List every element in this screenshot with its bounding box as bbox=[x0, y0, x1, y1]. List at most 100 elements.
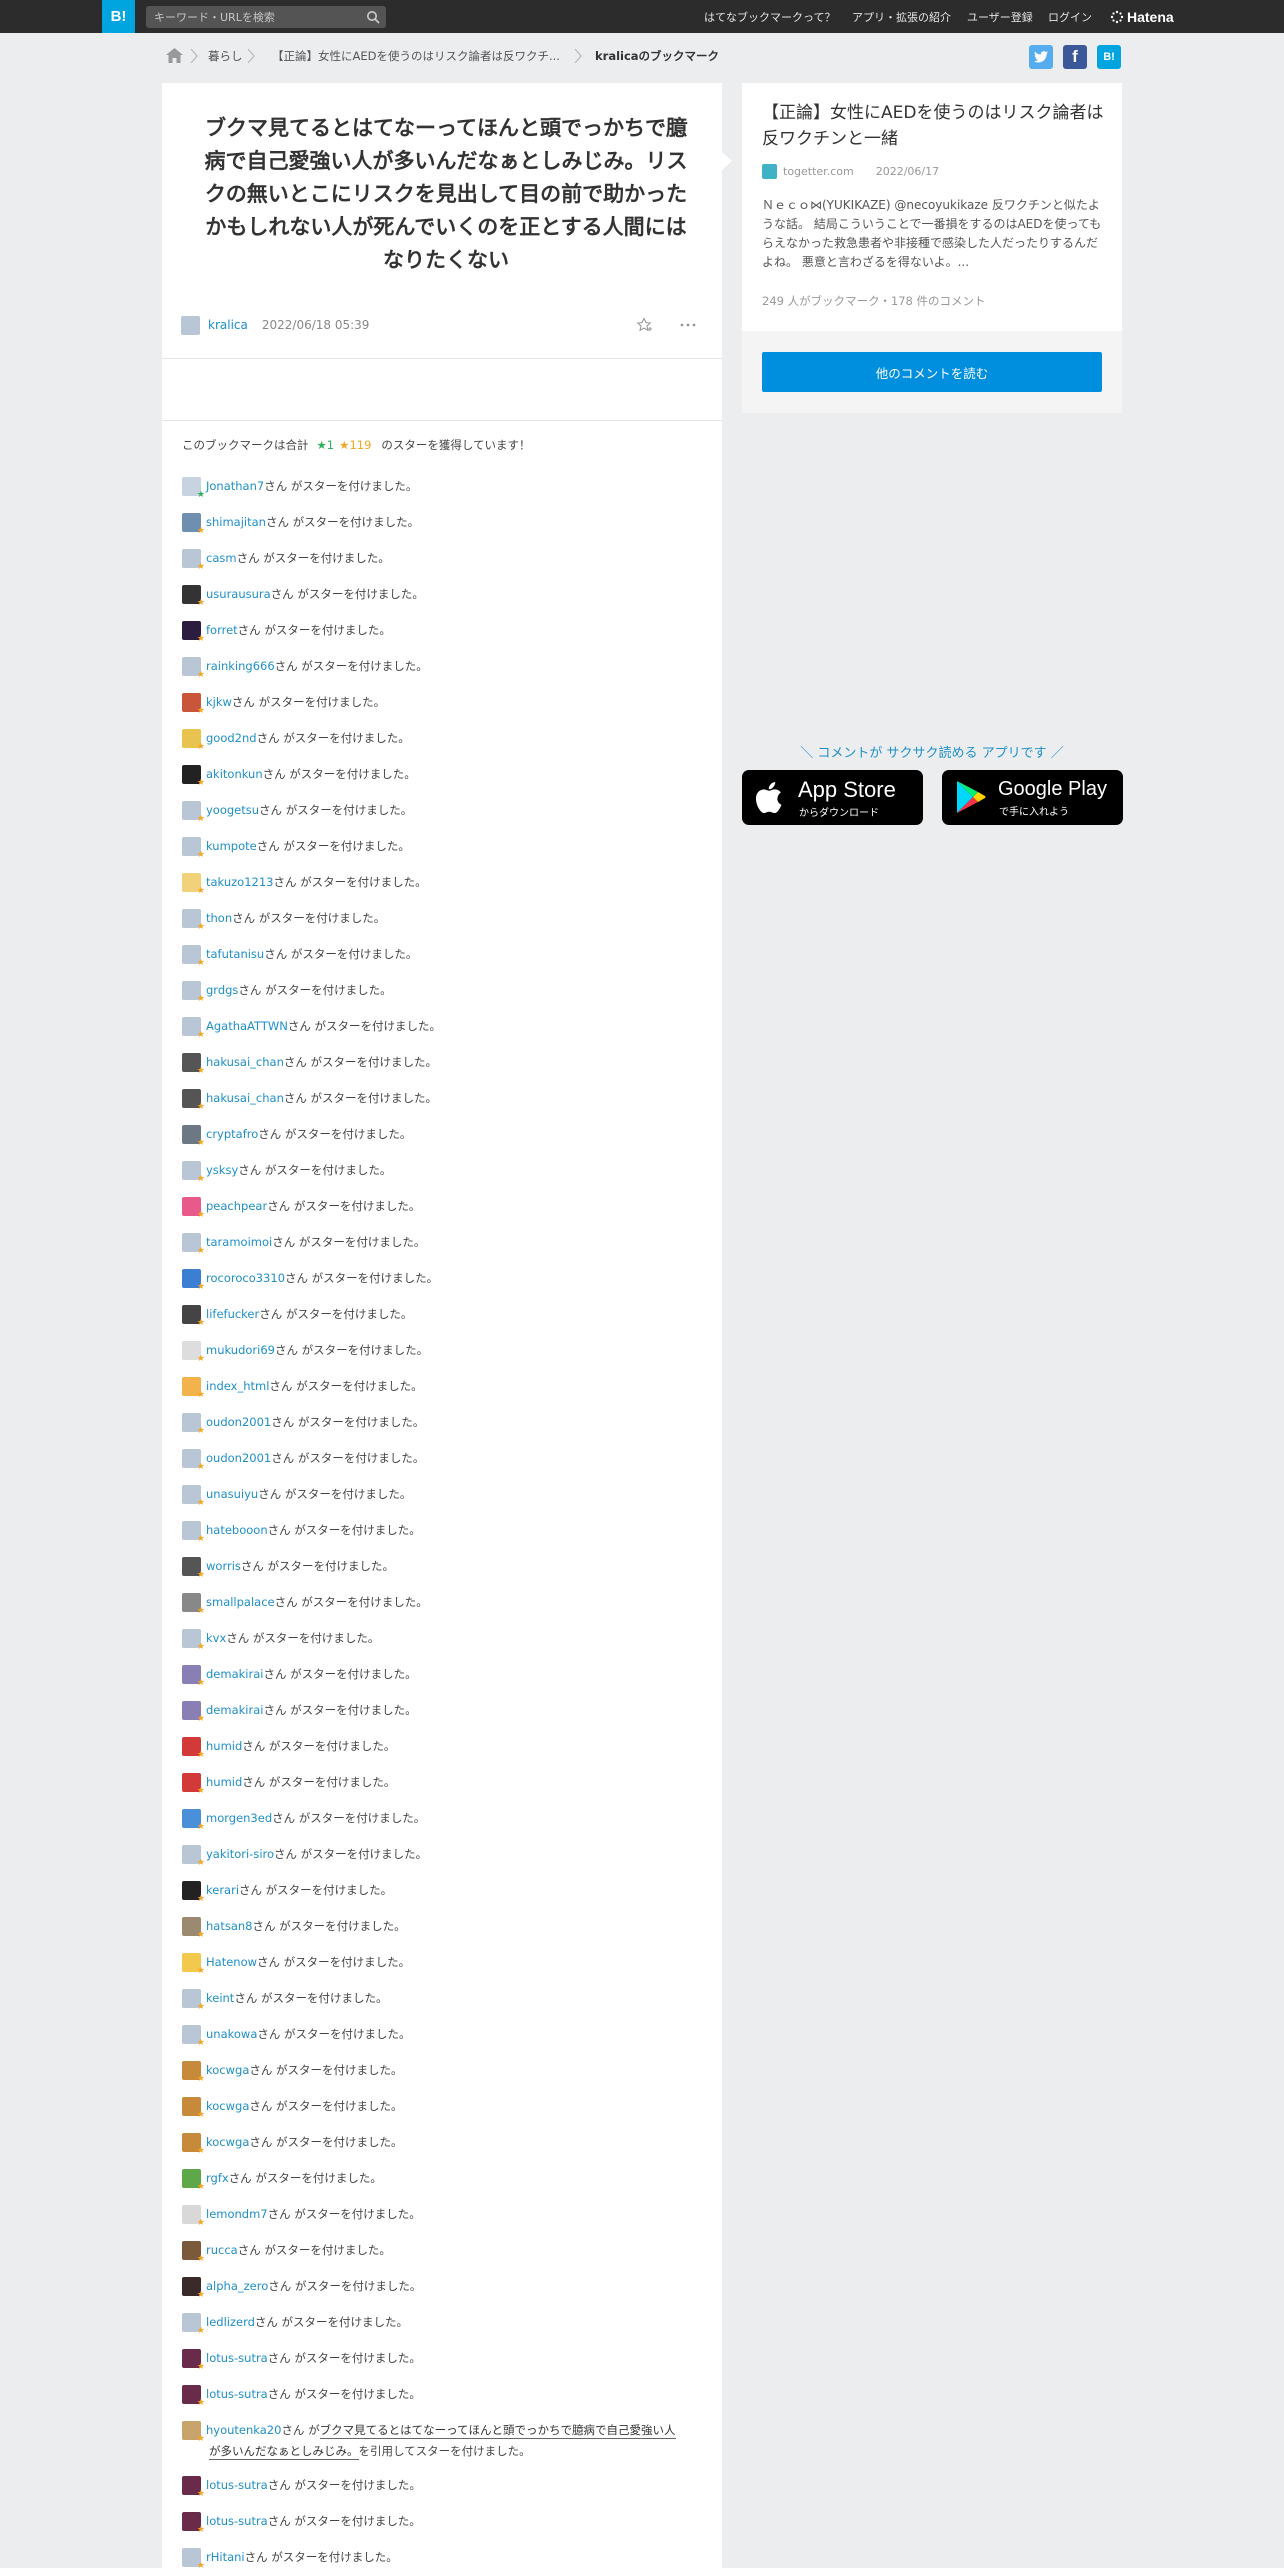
star-user-link[interactable]: ysksy bbox=[206, 1163, 238, 1177]
star-user-link[interactable]: demakirai bbox=[206, 1703, 263, 1717]
avatar[interactable]: ★ bbox=[182, 1160, 205, 1184]
avatar[interactable]: ★ bbox=[182, 872, 205, 896]
avatar[interactable]: ★ bbox=[182, 1340, 205, 1364]
avatar[interactable]: ★ bbox=[182, 1736, 205, 1760]
star-user-link[interactable]: akitonkun bbox=[206, 767, 263, 781]
quoted-text[interactable]: が多いんだなぁとしみじみ。 bbox=[209, 2443, 359, 2460]
star-user-link[interactable]: lotus-sutra bbox=[206, 2387, 268, 2401]
avatar[interactable]: ★ bbox=[182, 1196, 205, 1220]
star-user-link[interactable]: rocoroco3310 bbox=[206, 1271, 285, 1285]
avatar[interactable]: ★ bbox=[182, 1052, 205, 1076]
avatar[interactable]: ★ bbox=[182, 944, 205, 968]
star-user-link[interactable]: kjkw bbox=[206, 695, 232, 709]
avatar[interactable]: ★ bbox=[182, 1304, 205, 1328]
star-user-link[interactable]: shimajitan bbox=[206, 515, 266, 529]
star-user-link[interactable]: humid bbox=[206, 1775, 242, 1789]
search-icon[interactable] bbox=[366, 10, 380, 24]
entry-site[interactable]: togetter.com bbox=[783, 165, 854, 178]
avatar[interactable]: ★ bbox=[182, 980, 205, 1004]
star-user-link[interactable]: lotus-sutra bbox=[206, 2514, 268, 2528]
avatar[interactable]: ★ bbox=[182, 1232, 205, 1256]
avatar[interactable]: ★ bbox=[182, 836, 205, 860]
star-user-link[interactable]: good2nd bbox=[206, 731, 257, 745]
star-user-link[interactable]: keint bbox=[206, 1991, 234, 2005]
star-user-link[interactable]: cryptafro bbox=[206, 1127, 258, 1141]
facebook-share-button[interactable]: f bbox=[1063, 45, 1087, 69]
star-user-link[interactable]: kumpote bbox=[206, 839, 257, 853]
star-user-link[interactable]: hakusai_chan bbox=[206, 1055, 284, 1069]
star-user-link[interactable]: lotus-sutra bbox=[206, 2478, 268, 2492]
green-star-count[interactable]: ★1 bbox=[317, 438, 335, 452]
avatar[interactable]: ★ bbox=[182, 476, 205, 500]
star-user-link[interactable]: lemondm7 bbox=[206, 2207, 268, 2221]
star-user-link[interactable]: mukudori69 bbox=[206, 1343, 275, 1357]
avatar[interactable]: ★ bbox=[182, 2168, 205, 2192]
avatar[interactable]: ★ bbox=[182, 2096, 205, 2120]
avatar[interactable]: ★ bbox=[182, 2132, 205, 2156]
avatar[interactable]: ★ bbox=[182, 2348, 205, 2372]
avatar[interactable]: ★ bbox=[182, 728, 205, 752]
star-user-link[interactable]: lifefucker bbox=[206, 1307, 259, 1321]
star-user-link[interactable]: rHitani bbox=[206, 2550, 245, 2564]
avatar[interactable]: ★ bbox=[182, 1592, 205, 1616]
avatar[interactable]: ★ bbox=[182, 1556, 205, 1580]
avatar[interactable]: ★ bbox=[182, 1664, 205, 1688]
twitter-share-button[interactable] bbox=[1029, 45, 1053, 69]
avatar[interactable]: ★ bbox=[182, 2475, 205, 2499]
hatebu-logo[interactable]: B! bbox=[102, 0, 135, 33]
avatar[interactable]: ★ bbox=[182, 692, 205, 716]
star-user-link[interactable]: rgfx bbox=[206, 2171, 229, 2185]
star-user-link[interactable]: worris bbox=[206, 1559, 241, 1573]
star-user-link[interactable]: hatebooon bbox=[206, 1523, 268, 1537]
nav-register[interactable]: ユーザー登録 bbox=[967, 0, 1033, 33]
entry-title[interactable]: 【正論】女性にAEDを使うのはリスク論者は反ワクチンと一緒 bbox=[762, 100, 1107, 152]
entry-count[interactable]: 249 人がブックマーク・178 件のコメント bbox=[762, 293, 985, 309]
avatar[interactable]: ★ bbox=[182, 2511, 205, 2535]
bookmark-date[interactable]: 2022/06/18 05:39 bbox=[262, 318, 370, 332]
star-user-link[interactable]: Hatenow bbox=[206, 1955, 257, 1969]
star-user-link[interactable]: humid bbox=[206, 1739, 242, 1753]
nav-about[interactable]: はてなブックマークって？ bbox=[704, 0, 835, 33]
star-user-link[interactable]: ledlizerd bbox=[206, 2315, 255, 2329]
nav-apps[interactable]: アプリ・拡張の紹介 bbox=[852, 0, 951, 33]
avatar[interactable]: ★ bbox=[182, 1124, 205, 1148]
avatar[interactable]: ★ bbox=[182, 1700, 205, 1724]
avatar[interactable]: ★ bbox=[182, 2547, 205, 2568]
avatar[interactable]: ★ bbox=[182, 764, 205, 788]
avatar[interactable]: ★ bbox=[182, 1844, 205, 1868]
app-store-button[interactable]: App Store からダウンロード bbox=[742, 770, 923, 825]
avatar[interactable]: ★ bbox=[182, 1808, 205, 1832]
google-play-button[interactable]: Google Play で手に入れよう bbox=[942, 770, 1123, 825]
avatar[interactable]: ★ bbox=[182, 1376, 205, 1400]
star-user-link[interactable]: casm bbox=[206, 551, 237, 565]
star-user-link[interactable]: smallpalace bbox=[206, 1595, 275, 1609]
avatar[interactable]: ★ bbox=[182, 1952, 205, 1976]
star-user-link[interactable]: demakirai bbox=[206, 1667, 263, 1681]
avatar[interactable]: ★ bbox=[182, 1880, 205, 1904]
hatena-share-button[interactable]: B! bbox=[1097, 45, 1121, 69]
star-user-link[interactable]: kocwga bbox=[206, 2063, 249, 2077]
avatar[interactable]: ★ bbox=[182, 2420, 205, 2444]
avatar[interactable]: ★ bbox=[182, 1268, 205, 1292]
star-user-link[interactable]: oudon2001 bbox=[206, 1415, 271, 1429]
avatar[interactable]: ★ bbox=[182, 2204, 205, 2228]
star-user-link[interactable]: usurausura bbox=[206, 587, 271, 601]
avatar[interactable]: ★ bbox=[182, 1088, 205, 1112]
avatar[interactable]: ★ bbox=[182, 1412, 205, 1436]
avatar[interactable]: ★ bbox=[182, 2024, 205, 2048]
star-user-link[interactable]: morgen3ed bbox=[206, 1811, 272, 1825]
avatar[interactable]: ★ bbox=[182, 2060, 205, 2084]
star-user-link[interactable]: index_html bbox=[206, 1379, 269, 1393]
star-user-link[interactable]: kvx bbox=[206, 1631, 226, 1645]
star-user-link[interactable]: takuzo1213 bbox=[206, 875, 274, 889]
breadcrumb-category[interactable]: 暮らし bbox=[208, 47, 243, 65]
star-user-link[interactable]: kocwga bbox=[206, 2099, 249, 2113]
avatar[interactable]: ★ bbox=[182, 1016, 205, 1040]
star-user-link[interactable]: forret bbox=[206, 623, 238, 637]
nav-login[interactable]: ログイン bbox=[1048, 0, 1092, 33]
avatar[interactable]: ★ bbox=[182, 2240, 205, 2264]
star-user-link[interactable]: taramoimoi bbox=[206, 1235, 272, 1249]
star-user-link[interactable]: hakusai_chan bbox=[206, 1091, 284, 1105]
star-user-link[interactable]: rucca bbox=[206, 2243, 238, 2257]
star-user-link[interactable]: rainking666 bbox=[206, 659, 275, 673]
